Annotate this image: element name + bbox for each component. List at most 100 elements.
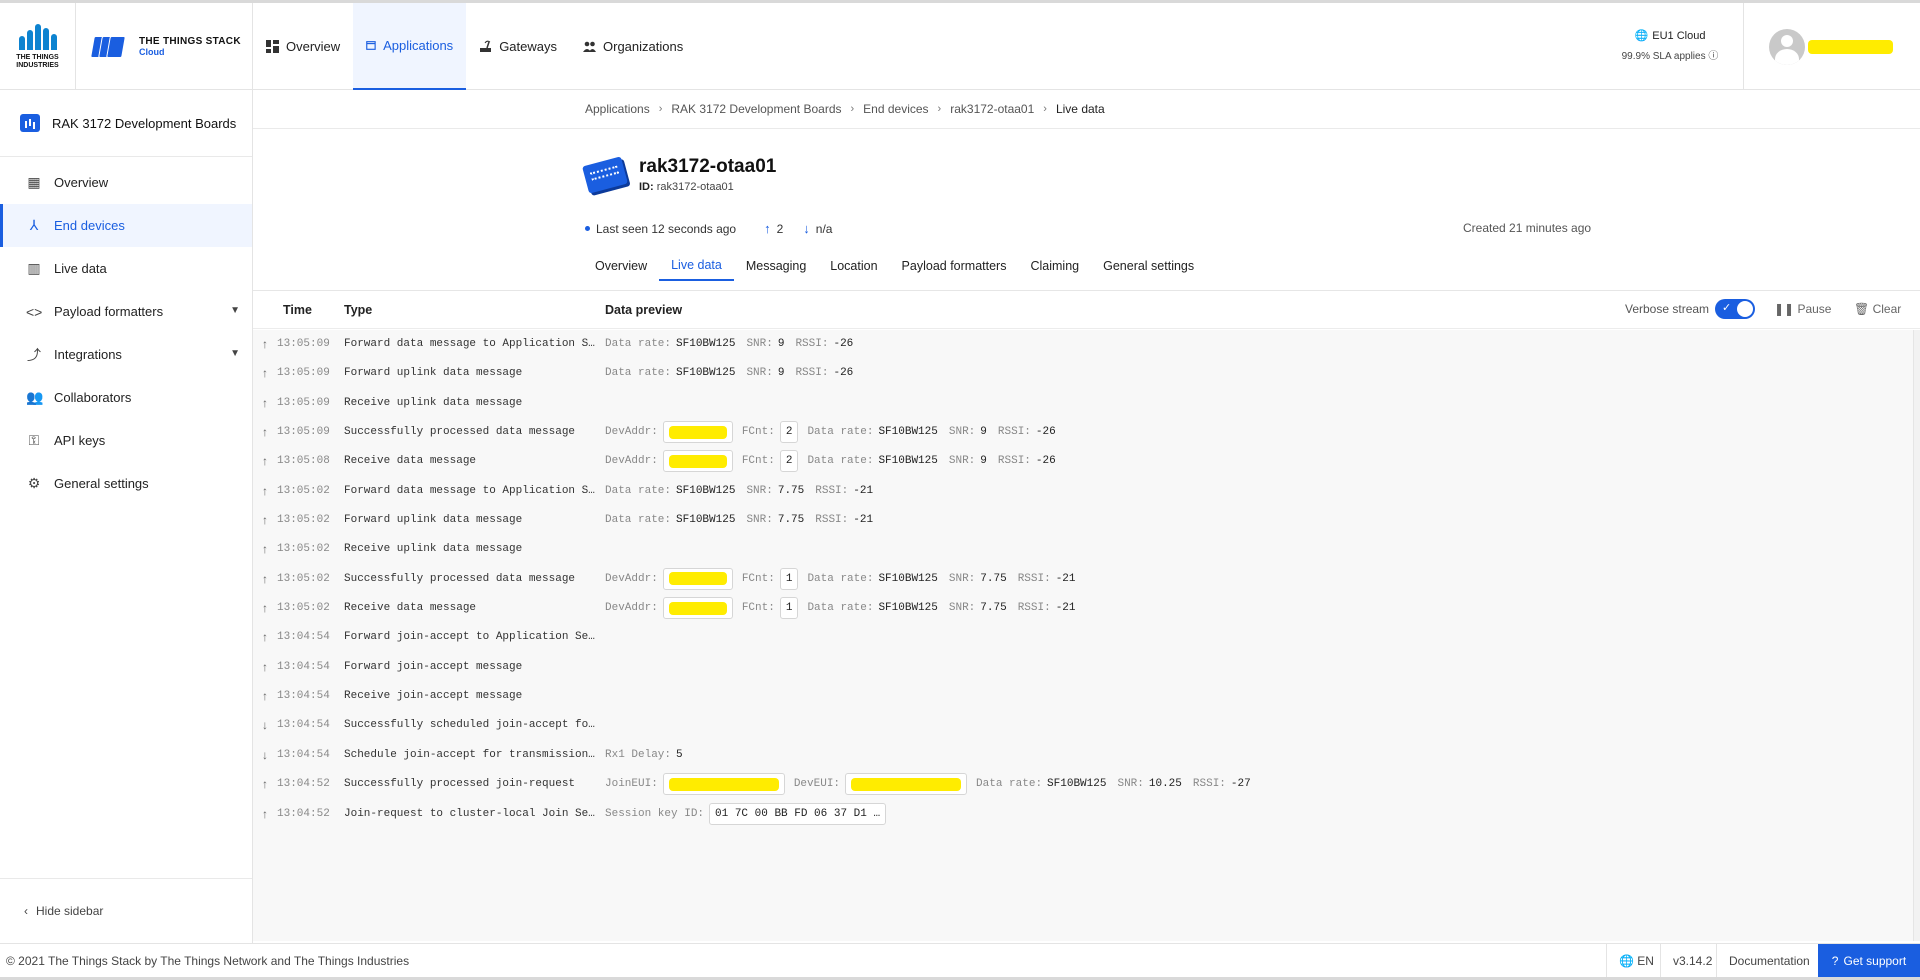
redacted-value-box[interactable] bbox=[662, 421, 733, 444]
tab-overview[interactable]: Overview bbox=[583, 250, 659, 281]
sidebar-item-overview[interactable]: ▦ Overview bbox=[0, 161, 252, 204]
topnav-overview[interactable]: Overview bbox=[253, 3, 353, 90]
breadcrumb-end-devices[interactable]: End devices bbox=[863, 102, 928, 116]
tab-claiming[interactable]: Claiming bbox=[1018, 250, 1091, 281]
fcnt-value[interactable]: 1 bbox=[779, 567, 799, 590]
get-support-button[interactable]: ? Get support bbox=[1818, 944, 1920, 978]
redacted-value-box[interactable] bbox=[662, 597, 733, 620]
preview-field-label: RSSI: bbox=[1017, 572, 1051, 585]
sidebar-item-end-devices[interactable]: ⅄ End devices bbox=[0, 204, 252, 247]
fcnt-value[interactable]: 1 bbox=[779, 597, 799, 620]
scrollbar[interactable] bbox=[1913, 330, 1920, 941]
avatar[interactable] bbox=[1769, 28, 1805, 65]
hide-sidebar-button[interactable]: ‹ Hide sidebar bbox=[0, 878, 252, 943]
sidebar-item-api-keys[interactable]: ⚿ API keys bbox=[0, 419, 252, 462]
topnav-organizations[interactable]: Organizations bbox=[570, 3, 696, 90]
status-dot-icon bbox=[585, 226, 590, 231]
fcnt-value[interactable]: 2 bbox=[779, 450, 799, 473]
fcnt-value[interactable]: 2 bbox=[779, 421, 799, 444]
app-root: THE THINGS INDUSTRIES THE THINGS STACK C… bbox=[0, 0, 1920, 980]
cloud-region[interactable]: 🌐 EU1 Cloud 99.9% SLA applies ⓘ bbox=[1600, 29, 1740, 63]
topnav-applications[interactable]: Applications bbox=[353, 3, 467, 90]
sidebar-item-payload-formatters[interactable]: <> Payload formatters ▼ bbox=[0, 290, 252, 333]
help-icon[interactable]: ⓘ bbox=[1708, 51, 1718, 62]
tab-live-data[interactable]: Live data bbox=[659, 250, 734, 281]
sidebar-item-general-settings[interactable]: ⚙ General settings bbox=[0, 462, 252, 505]
sidebar-item-label: Collaborators bbox=[54, 390, 132, 405]
row-type: Forward uplink data message bbox=[344, 367, 523, 380]
breadcrumb-device[interactable]: rak3172-otaa01 bbox=[950, 102, 1034, 116]
row-data-preview: DevAddr: FCnt: 1 Data rate: SF10BW125 SNR: 7.7… bbox=[605, 597, 1087, 620]
breadcrumb-application[interactable]: RAK 3172 Development Boards bbox=[671, 102, 841, 116]
table-row[interactable]: ↑ 13:04:54 Receive join-accept message bbox=[253, 682, 1913, 711]
table-row[interactable]: ↑ 13:05:09 Forward uplink data message Data… bbox=[253, 359, 1913, 388]
preview-field-label: RSSI: bbox=[1192, 778, 1226, 791]
stack-logo[interactable]: THE THINGS STACK Cloud bbox=[76, 3, 253, 90]
session-key-value[interactable]: 01 7C 00 BB FD 06 37 D1 … bbox=[709, 802, 887, 825]
tab-general-settings[interactable]: General settings bbox=[1091, 250, 1206, 281]
table-row[interactable]: ↑ 13:04:54 Forward join-accept to Applicat… bbox=[253, 623, 1913, 652]
tab-location[interactable]: Location bbox=[818, 250, 889, 281]
preview-field-label: Data rate: bbox=[605, 338, 672, 350]
language-selector[interactable]: 🌐 EN bbox=[1606, 944, 1666, 977]
chevron-left-icon: ‹ bbox=[24, 904, 28, 918]
sidebar-item-label: End devices bbox=[54, 218, 125, 233]
table-row[interactable]: ↑ 13:05:09 Forward data message to Applica… bbox=[253, 330, 1913, 359]
table-row[interactable]: ↑ 13:04:52 Join-request to cluster-local J… bbox=[253, 800, 1913, 829]
pause-button[interactable]: ❚❚ Pause bbox=[1774, 302, 1831, 316]
topnav-gateways[interactable]: Gateways bbox=[466, 3, 570, 90]
sidebar-item-collaborators[interactable]: 👥 Collaborators bbox=[0, 376, 252, 419]
verbose-stream-toggle[interactable] bbox=[1715, 299, 1756, 319]
row-time: 13:04:54 bbox=[277, 631, 330, 644]
redacted-value-box[interactable] bbox=[662, 773, 785, 796]
table-row[interactable]: ↑ 13:05:09 Receive uplink data message bbox=[253, 389, 1913, 418]
key-icon: ⚿ bbox=[28, 432, 40, 448]
grid-icon: ▦ bbox=[27, 174, 41, 190]
devaddr-label: DevAddr: bbox=[605, 572, 658, 585]
preview-field-label: Data rate: bbox=[807, 426, 874, 439]
table-row[interactable]: ↑ 13:05:02 Receive data message DevAddr: FCn… bbox=[253, 594, 1913, 623]
preview-field-label: SNR: bbox=[746, 484, 773, 497]
table-row[interactable]: ↓ 13:04:54 Schedule join-accept for transm… bbox=[253, 741, 1913, 770]
sidebar-item-integrations[interactable]: ⤴ Integrations ▼ bbox=[0, 333, 252, 376]
sidebar: RAK 3172 Development Boards ▦ Overview ⅄… bbox=[0, 90, 253, 943]
device-header: rak3172-otaa01 ID: rak3172-otaa01 bbox=[582, 155, 776, 194]
table-row[interactable]: ↑ 13:05:09 Successfully processed data mes… bbox=[253, 418, 1913, 447]
redacted-value-box[interactable] bbox=[662, 450, 733, 473]
verbose-stream-control: Verbose stream bbox=[1625, 299, 1756, 319]
chevron-right-icon: › bbox=[937, 103, 942, 115]
chevron-down-icon[interactable]: ▼ bbox=[230, 305, 240, 316]
table-row[interactable]: ↑ 13:05:02 Forward data message to Applica… bbox=[253, 477, 1913, 506]
table-row[interactable]: ↑ 13:04:52 Successfully processed join-req… bbox=[253, 770, 1913, 799]
row-type: Forward data message to Application S… bbox=[344, 484, 595, 497]
uplink-arrow-icon: ↑ bbox=[262, 630, 268, 645]
documentation-link[interactable]: Documentation bbox=[1716, 944, 1822, 977]
version-label: v3.14.2 bbox=[1660, 944, 1724, 977]
breadcrumb-applications[interactable]: Applications bbox=[585, 102, 650, 116]
fcnt-label: FCnt: bbox=[741, 602, 775, 615]
table-row[interactable]: ↑ 13:05:02 Receive uplink data message bbox=[253, 535, 1913, 564]
table-row[interactable]: ↑ 13:05:02 Forward uplink data message Data… bbox=[253, 506, 1913, 535]
table-row[interactable]: ↑ 13:04:54 Forward join-accept message bbox=[253, 653, 1913, 682]
redacted-value bbox=[851, 777, 962, 791]
sidebar-item-live-data[interactable]: ▥ Live data bbox=[0, 247, 252, 290]
table-row[interactable]: ↑ 13:05:08 Receive data message DevAddr: FCn… bbox=[253, 447, 1913, 476]
table-row[interactable]: ↓ 13:04:54 Successfully scheduled join-acc… bbox=[253, 711, 1913, 740]
uplink-arrow-icon: ↑ bbox=[764, 221, 771, 236]
redacted-value-box[interactable] bbox=[845, 773, 968, 796]
clear-button[interactable]: 🗑 Clear bbox=[1854, 302, 1901, 316]
tab-messaging[interactable]: Messaging bbox=[734, 250, 818, 281]
row-data-preview: DevAddr: FCnt: 2 Data rate: SF10BW125 SNR: 9 RS… bbox=[605, 421, 1067, 444]
redacted-value-box[interactable] bbox=[662, 567, 733, 590]
preview-field-label: Rx1 Delay: bbox=[605, 748, 672, 761]
live-data-list[interactable]: ↑ 13:05:09 Forward data message to Applica… bbox=[253, 330, 1913, 941]
uplink-arrow-icon: ↑ bbox=[262, 777, 268, 792]
device-id-label: ID: bbox=[639, 181, 654, 193]
chevron-down-icon[interactable]: ▼ bbox=[230, 348, 240, 359]
uplink-arrow-icon: ↑ bbox=[262, 571, 268, 586]
table-row[interactable]: ↑ 13:05:02 Successfully processed data mes… bbox=[253, 565, 1913, 594]
tab-payload-formatters[interactable]: Payload formatters bbox=[890, 250, 1019, 281]
preview-field-value: 5 bbox=[676, 748, 683, 761]
user-menu[interactable] bbox=[1743, 3, 1920, 90]
tti-logo[interactable]: THE THINGS INDUSTRIES bbox=[0, 3, 76, 90]
